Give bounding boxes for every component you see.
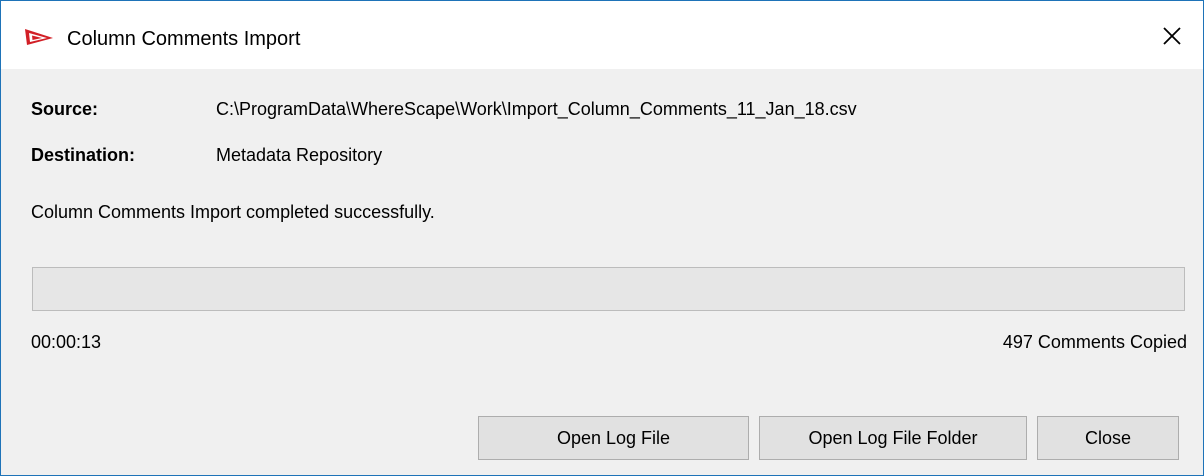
- destination-label: Destination:: [31, 145, 136, 165]
- source-path: C:\ProgramData\WhereScape\Work\Import_Co…: [216, 99, 857, 119]
- comments-copied-count: 497 Comments Copied: [1002, 332, 1187, 352]
- status-message: Column Comments Import completed success…: [31, 202, 435, 222]
- elapsed-time: 00:00:13: [31, 332, 102, 352]
- wherescape-red-logo-icon: [25, 29, 53, 45]
- close-button[interactable]: Close: [1037, 416, 1179, 460]
- progress-bar: [32, 267, 1185, 311]
- open-log-file-button[interactable]: Open Log File: [478, 416, 749, 460]
- dialog-title: Column Comments Import: [67, 28, 301, 50]
- source-label: Source:: [31, 99, 99, 119]
- import-dialog: Column Comments Import Source: C:\Progra…: [0, 0, 1204, 476]
- title-bar: Column Comments Import: [1, 1, 1203, 69]
- open-log-file-folder-button[interactable]: Open Log File Folder: [759, 416, 1027, 460]
- destination-value: Metadata Repository: [216, 145, 383, 165]
- close-icon[interactable]: [1159, 23, 1185, 49]
